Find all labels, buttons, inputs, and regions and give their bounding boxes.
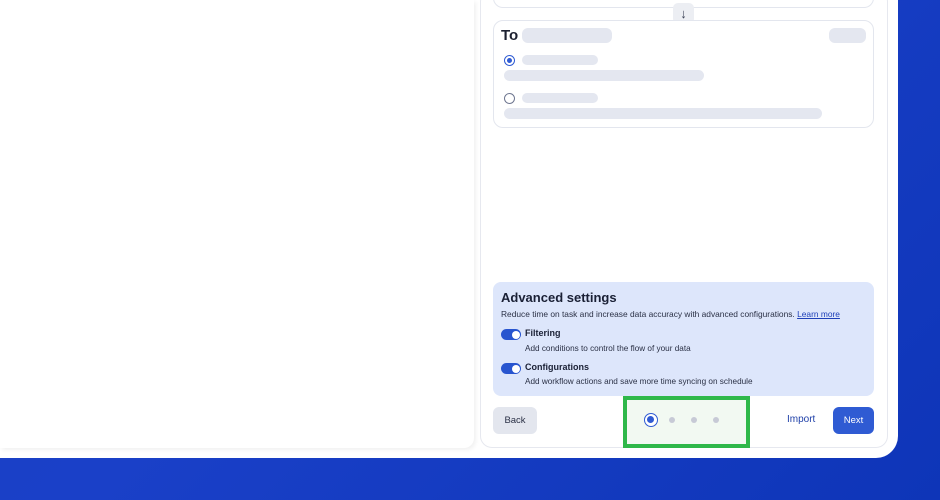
filtering-toggle[interactable] xyxy=(501,329,521,340)
to-badge-placeholder[interactable] xyxy=(829,28,866,43)
step-indicator-3[interactable] xyxy=(691,417,697,423)
to-title: To xyxy=(501,27,519,44)
filtering-label: Filtering xyxy=(525,328,561,338)
advanced-settings-desc-text: Reduce time on task and increase data ac… xyxy=(501,309,795,319)
to-option-1-desc-placeholder xyxy=(504,70,704,81)
advanced-settings-description: Reduce time on task and increase data ac… xyxy=(501,309,840,319)
configurations-label: Configurations xyxy=(525,362,589,372)
import-link[interactable]: Import xyxy=(787,414,815,425)
configurations-description: Add workflow actions and save more time … xyxy=(525,377,753,386)
to-option-radio-2[interactable] xyxy=(504,93,515,104)
learn-more-link[interactable]: Learn more xyxy=(797,309,840,319)
configurations-toggle[interactable] xyxy=(501,363,521,374)
left-canvas xyxy=(0,0,474,448)
filtering-description: Add conditions to control the flow of yo… xyxy=(525,344,691,353)
to-option-2-title-placeholder xyxy=(522,93,598,103)
stepper-highlight xyxy=(623,396,750,448)
step-indicator-2[interactable] xyxy=(669,417,675,423)
to-app-name-placeholder xyxy=(522,28,612,43)
arrow-down-icon: ↓ xyxy=(680,6,687,21)
back-button[interactable]: Back xyxy=(493,407,537,434)
to-option-radio-1[interactable] xyxy=(504,55,515,66)
next-button[interactable]: Next xyxy=(833,407,874,434)
step-indicator-4[interactable] xyxy=(713,417,719,423)
advanced-settings-title: Advanced settings xyxy=(501,290,617,305)
to-option-1-title-placeholder xyxy=(522,55,598,65)
step-indicator-1[interactable] xyxy=(644,413,658,427)
to-option-2-desc-placeholder xyxy=(504,108,822,119)
